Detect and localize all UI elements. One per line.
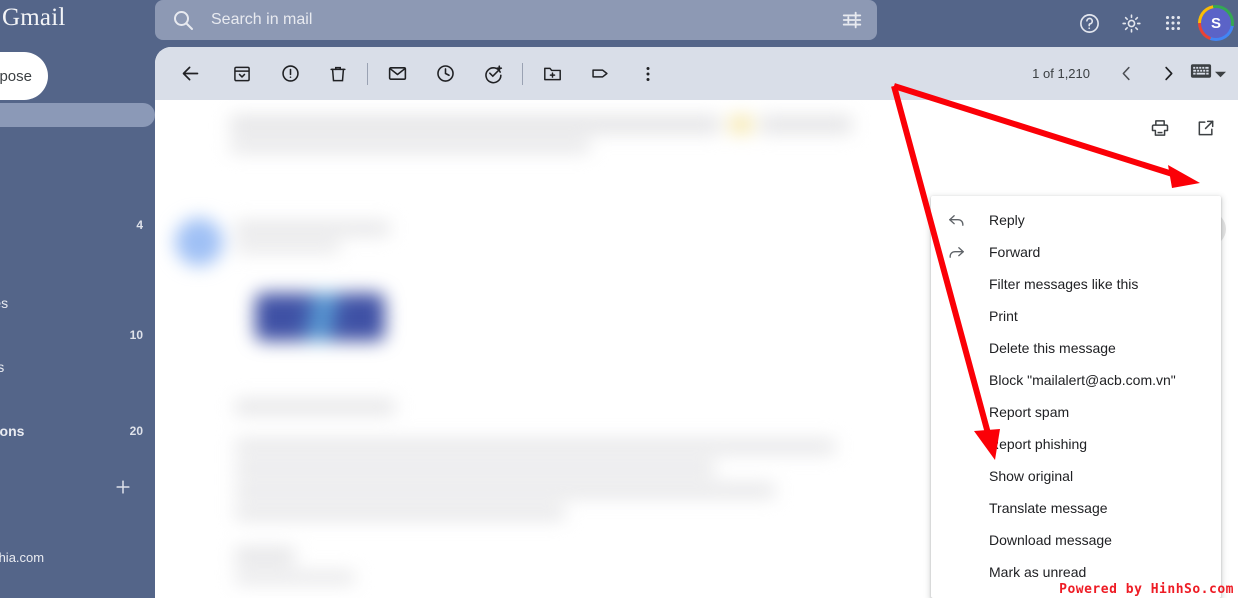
sidebar-item-categories[interactable]: gories (0, 291, 155, 315)
gmail-window: Gmail Search in mail S pose 4 s 10 s ons… (0, 0, 1238, 598)
report-spam-icon[interactable] (270, 54, 310, 94)
menu-item-label: Block "mailalert@acb.com.vn" (989, 372, 1176, 388)
search-icon (171, 8, 195, 32)
trash-icon[interactable] (318, 54, 358, 94)
menu-item-label: Download message (989, 532, 1112, 548)
sidebar-item-count: 10 (129, 328, 143, 342)
sidebar: ompose x zed rtant s 4 ail (0, 47, 155, 598)
menu-item-label: Report spam (989, 404, 1070, 420)
avatar-initial: S (1201, 8, 1231, 38)
task-check-icon[interactable] (473, 54, 513, 94)
menu-item-label: Report phishing (989, 436, 1088, 452)
sidebar-nav-list: x zed rtant s 4 ail gories (0, 103, 155, 451)
menu-item-label: Mark as unread (989, 564, 1087, 580)
label-tag-icon[interactable] (580, 54, 620, 94)
reply-arrow-icon (947, 211, 971, 230)
toolbar-divider (522, 62, 523, 85)
keyboard-shortcuts-button[interactable] (1190, 63, 1232, 84)
sidebar-item-label: dates (0, 359, 5, 375)
menu-item-translate-message[interactable]: Translate message (931, 492, 1221, 524)
sidebar-item-label: motions (0, 423, 25, 439)
compose-button[interactable]: ompose (0, 52, 48, 100)
menu-item-delete-this-message[interactable]: Delete this message (931, 332, 1221, 364)
sidebar-item-label: ail (0, 245, 143, 269)
menu-item-print[interactable]: Print (931, 300, 1221, 332)
sidebar-item-count: 20 (129, 424, 143, 438)
toolbar-left-group (155, 54, 668, 94)
back-arrow-icon[interactable] (170, 54, 210, 94)
archive-icon[interactable] (222, 54, 262, 94)
plus-icon[interactable] (113, 477, 133, 497)
chevron-left-icon[interactable] (1106, 54, 1146, 94)
menu-item-label: Show original (989, 468, 1074, 484)
message-context-menu: Reply Forward Filter messages like this … (931, 196, 1221, 598)
sidebar-item-label: zed (0, 135, 143, 159)
envelope-icon[interactable] (377, 54, 417, 94)
gear-icon[interactable] (1114, 6, 1148, 40)
menu-item-forward[interactable]: Forward (931, 236, 1221, 268)
page-counter: 1 of 1,210 (1032, 66, 1090, 81)
avatar[interactable]: S (1198, 5, 1234, 41)
search-input[interactable] (211, 11, 841, 29)
menu-item-label: Reply (989, 212, 1025, 228)
menu-item-label: Delete this message (989, 340, 1116, 356)
sidebar-item-count: 4 (136, 218, 143, 232)
menu-item-filter-messages[interactable]: Filter messages like this (931, 268, 1221, 300)
message-toolbar: 1 of 1,210 (155, 47, 1238, 100)
search-bar[interactable] (155, 0, 877, 40)
tune-filter-icon[interactable] (841, 9, 863, 31)
sidebar-item-snoozed[interactable]: zed (0, 135, 155, 159)
sidebar-item-promotions[interactable]: motions 20 (0, 419, 155, 443)
sidebar-item-label: s (0, 213, 136, 237)
sidebar-item-allmail[interactable]: ail (0, 245, 155, 269)
sidebar-item-updates[interactable]: dates (0, 355, 155, 379)
menu-item-report-phishing[interactable]: Report phishing (931, 428, 1221, 460)
top-bar: Gmail Search in mail S (0, 0, 1238, 47)
caret-down-icon (1215, 65, 1226, 83)
sidebar-item-label: rtant (0, 167, 143, 191)
clock-icon[interactable] (425, 54, 465, 94)
menu-item-reply[interactable]: Reply (931, 204, 1221, 236)
menu-item-download-message[interactable]: Download message (931, 524, 1221, 556)
top-right-actions: S (1072, 2, 1234, 44)
sidebar-item-label: gories (0, 295, 9, 311)
menu-item-show-original[interactable]: Show original (931, 460, 1221, 492)
apps-grid-icon[interactable] (1156, 6, 1190, 40)
menu-item-label: Translate message (989, 500, 1108, 516)
more-vertical-icon[interactable] (628, 54, 668, 94)
forward-arrow-icon (947, 243, 971, 262)
menu-item-label: Filter messages like this (989, 276, 1139, 292)
menu-item-label: Print (989, 308, 1018, 324)
help-circle-icon[interactable] (1072, 6, 1106, 40)
toolbar-divider (367, 62, 368, 85)
sidebar-item-label: x (0, 103, 143, 127)
sidebar-item-label: cial (0, 323, 130, 347)
open-in-new-icon[interactable] (1189, 111, 1223, 145)
menu-item-block-sender[interactable]: Block "mailalert@acb.com.vn" (931, 364, 1221, 396)
sidebar-item-inbox[interactable]: x (0, 103, 155, 127)
sidebar-item-important[interactable]: rtant (0, 167, 155, 191)
menu-item-label: Forward (989, 244, 1041, 260)
sidebar-item-social[interactable]: cial 10 (0, 323, 155, 347)
gmail-logo: Gmail (2, 4, 66, 31)
folder-move-icon[interactable] (532, 54, 572, 94)
message-header-actions (1143, 111, 1223, 145)
sidebar-add-row (0, 477, 155, 497)
sidebar-item-drafts[interactable]: s 4 (0, 213, 155, 237)
keyboard-icon (1190, 63, 1212, 84)
printer-icon[interactable] (1143, 111, 1177, 145)
sidebar-item-forums[interactable]: ums (0, 387, 155, 411)
chevron-right-icon[interactable] (1148, 54, 1188, 94)
menu-item-report-spam[interactable]: Report spam (931, 396, 1221, 428)
sidebar-item-label: ums (0, 387, 143, 411)
sidebar-account-email: n@hopnghia.com (0, 550, 45, 565)
watermark: Powered by HinhSo.com (1059, 582, 1234, 597)
toolbar-right-group: 1 of 1,210 (1032, 47, 1232, 100)
